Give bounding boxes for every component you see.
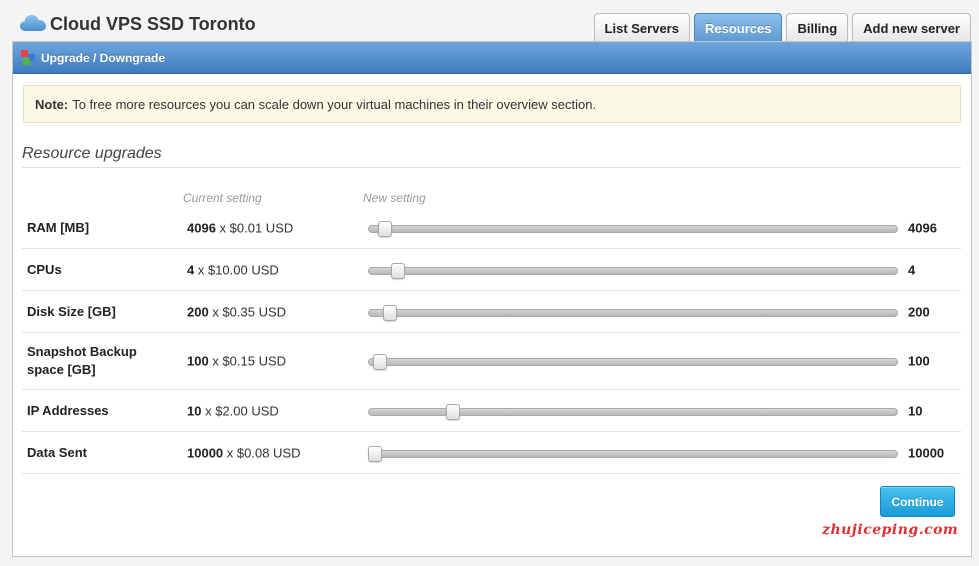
new-setting-value: 10 [908,403,923,418]
resource-row-snapshot: Snapshot Backup space [GB] 100 x $0.15 U… [22,333,961,390]
current-setting: 4 x $10.00 USD [187,262,279,277]
note-label: Note: [35,96,69,112]
tab-resources[interactable]: Resources [693,13,783,42]
panel-title: Upgrade / Downgrade [41,50,166,65]
resource-label: Snapshot Backup space [GB] [27,344,137,377]
continue-button[interactable]: Continue [880,486,955,517]
current-setting: 200 x $0.35 USD [187,304,287,319]
info-note: Note: To free more resources you can sca… [23,85,961,123]
current-setting: 10000 x $0.08 USD [187,445,301,460]
tab-billing[interactable]: Billing [786,13,849,42]
column-header-new: New setting [363,191,426,205]
resource-label: IP Addresses [27,402,109,418]
disk-slider[interactable] [368,304,898,321]
resource-row-cpus: CPUs 4 x $10.00 USD 4 [22,249,961,291]
slider-handle[interactable] [383,304,398,321]
column-header-current: Current setting [183,191,262,205]
tab-list-servers[interactable]: List Servers [593,13,690,42]
slider-handle[interactable] [446,403,461,420]
cpus-slider[interactable] [368,262,898,279]
new-setting-value: 4096 [908,220,937,236]
slider-handle[interactable] [391,262,406,279]
blocks-icon [21,50,36,65]
new-setting-value: 4 [908,262,916,277]
current-setting: 10 x $2.00 USD [187,403,279,418]
cloud-icon [20,15,46,31]
page-header: Cloud VPS SSD Toronto List Servers Resou… [0,0,979,42]
new-setting-value: 200 [908,304,930,319]
resource-label: Disk Size [GB] [27,303,116,319]
current-setting: 100 x $0.15 USD [187,353,287,369]
section-divider [22,167,961,168]
snapshot-slider[interactable] [368,354,898,370]
resource-label: Data Sent [27,444,87,460]
resource-label: CPUs [27,261,62,277]
slider-handle[interactable] [372,354,387,370]
panel-header: Upgrade / Downgrade [13,42,971,74]
resource-row-disk: Disk Size [GB] 200 x $0.35 USD 200 [22,291,961,333]
new-setting-value: 100 [908,353,930,369]
page-title: Cloud VPS SSD Toronto [50,14,256,34]
tab-bar: List Servers Resources Billing Add new s… [593,13,971,42]
tab-add-new-server[interactable]: Add new server [852,13,971,42]
watermark: zhujiceping.com [822,522,959,538]
new-setting-value: 10000 [908,445,945,460]
ram-slider[interactable] [368,221,898,237]
data-sent-slider[interactable] [368,445,898,462]
resource-label: RAM [MB] [27,220,90,235]
resource-row-ram: RAM [MB] 4096 x $0.01 USD 4096 [22,208,961,249]
ip-addresses-slider[interactable] [368,403,898,420]
upgrade-panel: Upgrade / Downgrade Note: To free more r… [12,41,972,557]
current-setting: 4096 x $0.01 USD [187,220,294,236]
slider-handle[interactable] [377,221,392,237]
section-title: Resource upgrades [22,145,162,162]
resource-row-data-sent: Data Sent 10000 x $0.08 USD 10000 [22,432,961,474]
note-text: To free more resources you can scale dow… [72,96,597,112]
slider-handle[interactable] [368,445,383,462]
resource-row-ip-addresses: IP Addresses 10 x $2.00 USD 10 [22,390,961,432]
